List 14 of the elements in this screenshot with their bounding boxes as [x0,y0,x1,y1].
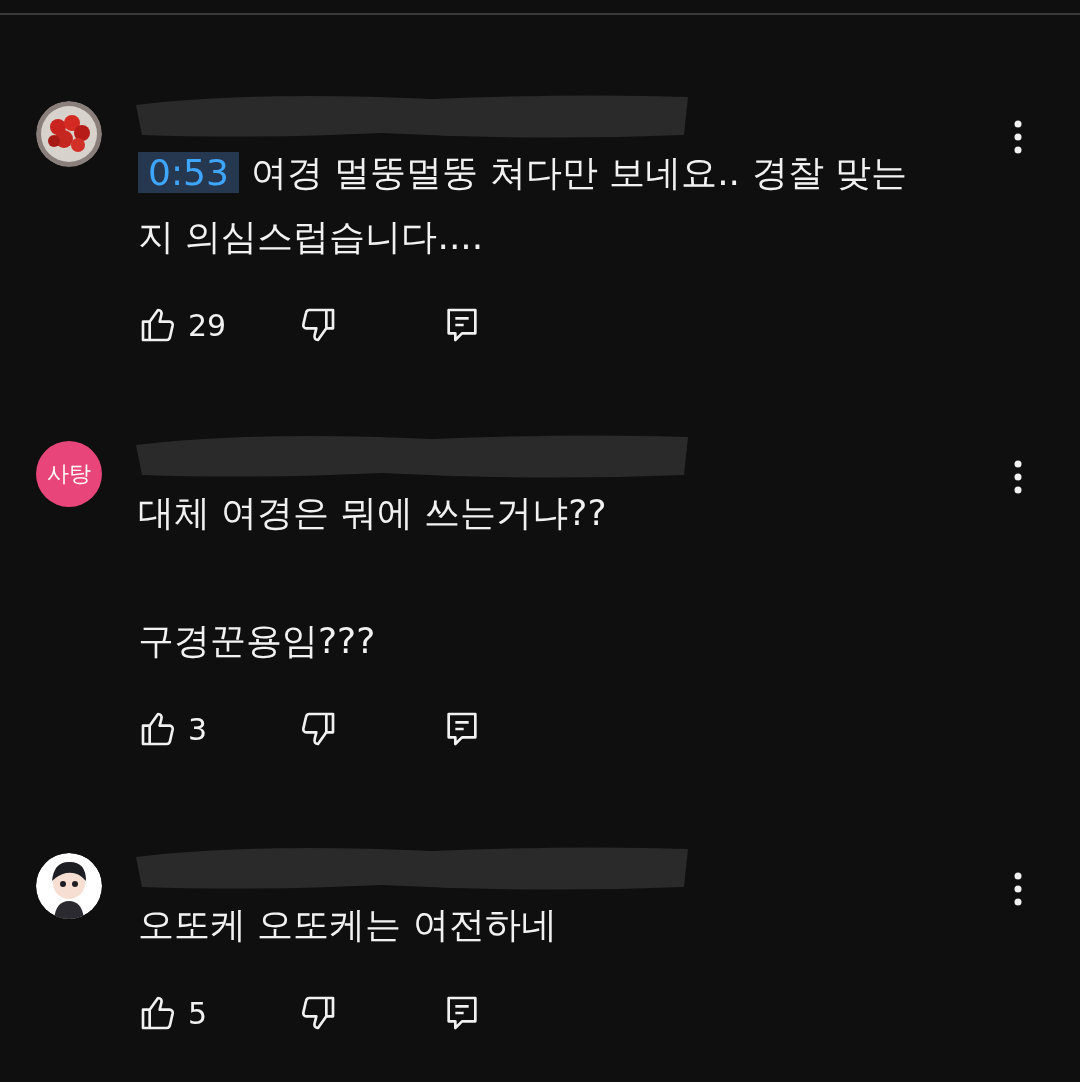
comment-text: 0:53 여경 멀뚱멀뚱 쳐다만 보네요.. 경찰 맞는 [138,141,1080,205]
comment-text: 지 의심스럽습니다.... [138,215,485,259]
more-options-icon[interactable] [1012,119,1024,155]
timestamp-link[interactable]: 0:53 [138,152,239,193]
more-options-icon[interactable] [1012,459,1024,495]
avatar[interactable]: 사탕 [36,441,102,507]
like-count: 5 [188,995,209,1031]
avatar-drawing[interactable] [36,853,102,919]
comment-text: 오또케 오또케는 여전하네 [138,903,558,947]
like-count: 29 [188,307,228,343]
comment-text: 구경꾼용임??? [138,619,377,663]
like-count: 3 [188,711,209,747]
more-options-icon[interactable] [1012,871,1024,907]
comment-text: 대체 여경은 뭐에 쓰는거냐?? [138,491,608,535]
